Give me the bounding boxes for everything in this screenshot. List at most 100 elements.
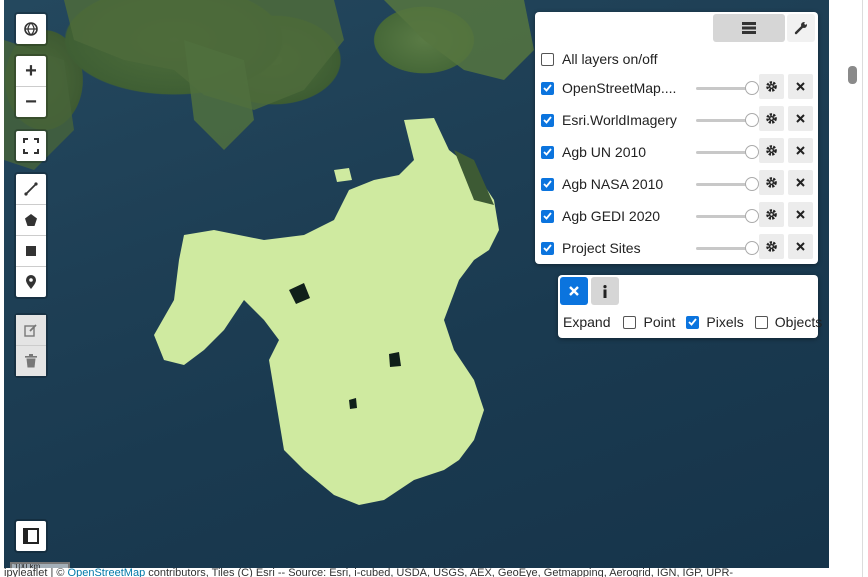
layer-checkbox[interactable] [541, 241, 554, 255]
globe-icon[interactable] [16, 14, 46, 44]
layer-opacity-slider[interactable] [696, 241, 759, 255]
all-layers-label: All layers on/off [562, 51, 658, 67]
fullscreen-control[interactable] [14, 129, 48, 163]
page-divider [862, 0, 863, 577]
delete-icon[interactable] [16, 346, 46, 376]
point-label: Point [643, 314, 676, 330]
close-icon [796, 242, 805, 251]
layer-remove-button[interactable] [788, 170, 813, 195]
draw-marker-icon[interactable] [16, 267, 46, 297]
info-button[interactable] [591, 277, 619, 305]
attribution: ipyleaflet | © OpenStreetMap contributor… [4, 568, 829, 577]
draw-polygon-icon[interactable] [16, 205, 46, 236]
layers-panel-tabs [535, 12, 818, 48]
gear-icon [766, 209, 777, 220]
zoom-in-button[interactable]: + [16, 56, 46, 87]
layer-opacity-slider[interactable] [696, 145, 759, 159]
tab-layers[interactable] [713, 14, 785, 42]
edit-icon[interactable] [16, 315, 46, 346]
close-icon [796, 82, 805, 91]
layer-row[interactable]: OpenStreetMap.... [541, 74, 818, 102]
pixels-checkbox[interactable] [686, 315, 700, 329]
close-inspector-button[interactable] [560, 277, 588, 305]
gear-icon [766, 113, 777, 124]
layer-checkbox[interactable] [541, 177, 554, 191]
lake-patch [389, 352, 401, 367]
layer-name: Agb GEDI 2020 [562, 208, 661, 224]
attribution-text: contributors, Tiles (C) Esri -- Source: … [145, 568, 734, 577]
overlay-island [154, 118, 499, 505]
layer-remove-button[interactable] [788, 138, 813, 163]
objects-checkbox[interactable] [754, 315, 768, 329]
layer-settings-button[interactable] [759, 202, 784, 227]
layer-row[interactable]: Agb NASA 2010 [541, 170, 818, 198]
layer-settings-button[interactable] [759, 170, 784, 195]
layer-opacity-slider[interactable] [696, 177, 759, 191]
inspector-panel: Expand Point Pixels Objects [558, 275, 822, 338]
wrench-icon [794, 22, 807, 35]
layer-remove-button[interactable] [788, 234, 813, 259]
all-layers-row[interactable]: All layers on/off [541, 45, 818, 73]
legend-icon[interactable] [16, 521, 46, 551]
info-icon [603, 284, 607, 298]
legend-control[interactable] [14, 519, 48, 553]
slider-thumb[interactable] [745, 177, 759, 191]
layer-row[interactable]: Agb UN 2010 [541, 138, 818, 166]
layer-row[interactable]: Agb GEDI 2020 [541, 202, 818, 230]
layer-settings-button[interactable] [759, 138, 784, 163]
scrollbar-thumb[interactable] [848, 66, 857, 84]
draw-polyline-icon[interactable] [16, 174, 46, 205]
tab-settings[interactable] [787, 14, 815, 42]
gear-icon [766, 81, 777, 92]
expand-label: Expand [563, 314, 611, 330]
edit-toolbar[interactable] [14, 313, 48, 378]
land-northeast [384, 0, 534, 80]
layer-checkbox[interactable] [541, 113, 554, 127]
layer-settings-button[interactable] [759, 106, 784, 131]
slider-thumb[interactable] [745, 145, 759, 159]
draw-toolbar[interactable] [14, 172, 48, 299]
layer-checkbox[interactable] [541, 81, 554, 95]
layer-name: OpenStreetMap.... [562, 80, 677, 96]
layer-remove-button[interactable] [788, 74, 813, 99]
slider-thumb[interactable] [745, 241, 759, 255]
globe-control[interactable] [14, 12, 48, 46]
fullscreen-icon[interactable] [16, 131, 46, 161]
close-icon [569, 286, 579, 296]
layer-remove-button[interactable] [788, 202, 813, 227]
zoom-out-button[interactable]: − [16, 87, 46, 117]
osm-link[interactable]: OpenStreetMap [68, 568, 146, 577]
layer-remove-button[interactable] [788, 106, 813, 131]
attribution-prefix: ipyleaflet | © [4, 568, 68, 577]
draw-rectangle-icon[interactable] [16, 236, 46, 267]
layer-opacity-slider[interactable] [696, 209, 759, 223]
layer-opacity-slider[interactable] [696, 113, 759, 127]
gear-icon [766, 177, 777, 188]
layers-panel: All layers on/off OpenStreetMap.... Esri.… [535, 12, 818, 264]
layer-row[interactable]: Project Sites [541, 234, 818, 262]
inspector-options: Expand Point Pixels Objects [563, 314, 822, 330]
layer-checkbox[interactable] [541, 209, 554, 223]
point-checkbox[interactable] [623, 315, 637, 329]
close-icon [796, 178, 805, 187]
layer-opacity-slider[interactable] [696, 81, 759, 95]
slider-thumb[interactable] [745, 81, 759, 95]
all-layers-checkbox[interactable] [541, 52, 554, 66]
layer-row[interactable]: Esri.WorldImagery [541, 106, 818, 134]
layers-icon [742, 22, 756, 34]
layer-name: Esri.WorldImagery [562, 112, 677, 128]
objects-label: Objects [774, 314, 823, 330]
layer-checkbox[interactable] [541, 145, 554, 159]
close-icon [796, 146, 805, 155]
close-icon [796, 210, 805, 219]
zoom-control[interactable]: + − [14, 54, 48, 119]
layer-settings-button[interactable] [759, 74, 784, 99]
layer-settings-button[interactable] [759, 234, 784, 259]
slider-thumb[interactable] [745, 113, 759, 127]
slider-thumb[interactable] [745, 209, 759, 223]
layer-name: Agb UN 2010 [562, 144, 647, 160]
gear-icon [766, 241, 777, 252]
overlay-islet [334, 168, 352, 182]
gear-icon [766, 145, 777, 156]
close-icon [796, 114, 805, 123]
